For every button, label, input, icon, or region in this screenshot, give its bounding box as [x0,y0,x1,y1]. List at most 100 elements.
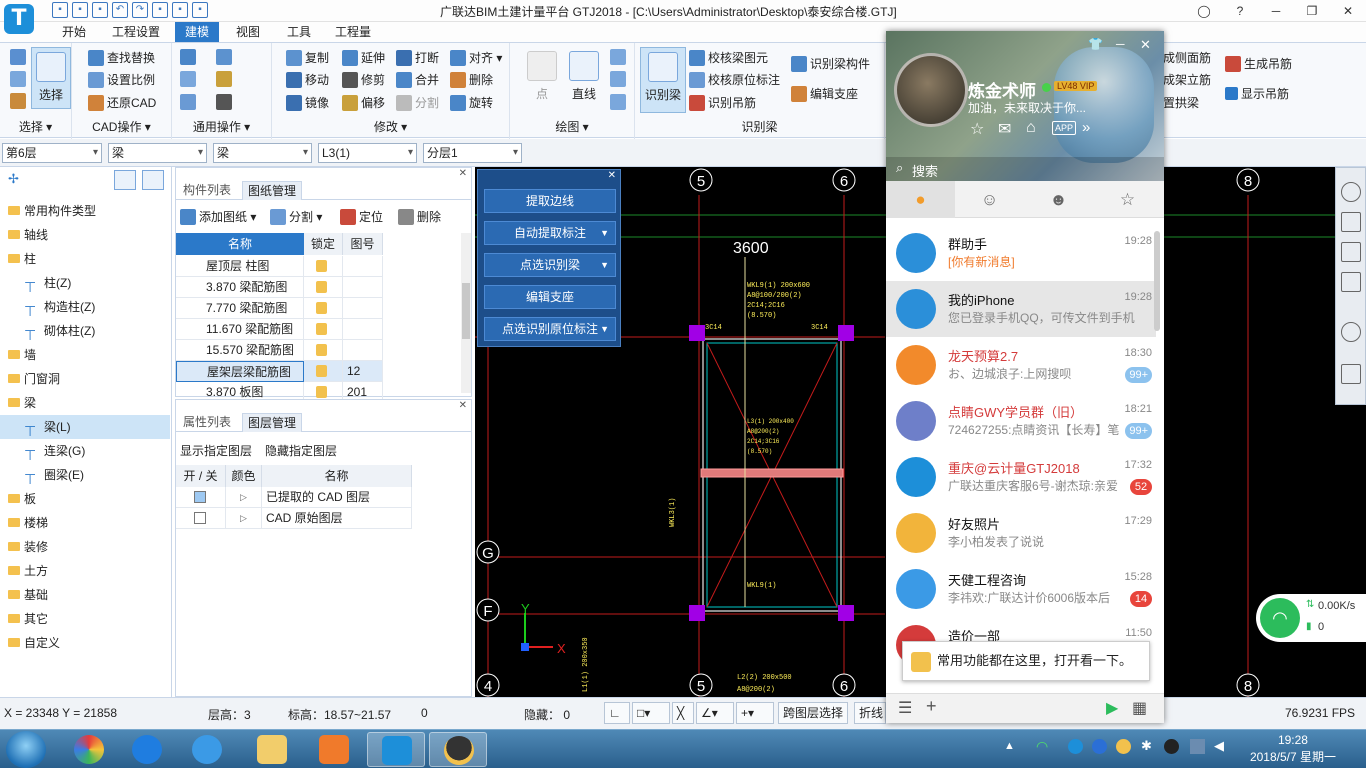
view-3d-icon[interactable] [1341,212,1361,232]
conversation-item[interactable]: 天健工程咨询 李祎欢:广联达计价6006版本后 15:28 14 [886,561,1156,617]
signature[interactable]: 加油，未来取决于你... [968,99,1098,116]
tray-expand-icon[interactable]: ▲ [1004,740,1015,752]
check-mark-button[interactable]: 校核原位标注 [689,71,780,88]
view-cube-icon[interactable] [1341,242,1361,262]
tab-view[interactable]: 视图 [226,22,270,42]
pin-icon[interactable]: ✢ [8,171,19,187]
trim-button[interactable]: 修剪 [342,71,385,88]
erect-rebar-button[interactable]: 成架立筋 [1163,71,1211,88]
drawing-row-lock[interactable] [304,256,343,277]
drawing-row-name[interactable]: 11.670 梁配筋图 [176,319,304,340]
offset-snap-button[interactable]: +▾ [736,702,774,724]
extend-button[interactable]: 延伸 [342,49,385,66]
rotate-view-icon[interactable] [1341,322,1361,342]
calc-icon[interactable]: ▪ [172,2,188,18]
copy-button[interactable]: 复制 [286,49,329,66]
dropdown-arrow-icon[interactable]: ▼ [600,254,609,276]
lock-icon[interactable] [316,365,327,377]
pick-identify-beam-button[interactable]: 点选识别梁 ▼ [484,253,616,277]
identify-hanger-button[interactable]: 识别吊筋 [689,94,756,111]
tree-category[interactable]: 常用构件类型 [0,199,170,223]
auto-extract-label-button[interactable]: 自动提取标注 ▼ [484,221,616,245]
floor-select[interactable]: 第6层 [2,143,102,163]
polyline-button[interactable]: 折线 [854,702,886,724]
more-icon[interactable]: » [1082,119,1090,136]
tree-category[interactable]: 板 [0,487,170,511]
main-menu-icon[interactable]: ☰ [898,698,912,718]
break-button[interactable]: 打断 [396,49,439,66]
drawing-row-number[interactable] [343,256,383,277]
skin-icon[interactable]: 👕 [1088,37,1103,51]
lock-icon[interactable] [316,302,327,314]
layer-expand[interactable]: ▷ [226,508,262,529]
col-onoff[interactable]: 开 / 关 [176,465,226,487]
system-clock[interactable]: 19:28 2018/5/7 星期一 [1250,732,1336,766]
conversation-item[interactable]: 点睛GWY学员群（旧） 724627255:点睛资讯【长寿】笔 18:21 99+ [886,393,1156,449]
drawing-row-lock[interactable] [304,277,343,298]
qq-scrollbar[interactable] [1154,231,1160,331]
taskbar-explorer[interactable] [243,732,301,767]
tab-favorites[interactable]: ☆ [1093,181,1162,218]
tab-quantity[interactable]: 工程量 [325,22,381,42]
lock-icon[interactable] [216,71,232,87]
set-scale-button[interactable]: 设置比例 [88,71,155,88]
undo-icon[interactable]: ↶ [112,2,128,18]
tray-bluetooth-icon[interactable]: ✱ [1141,738,1152,754]
edit-support-button[interactable]: 编辑支座 [791,85,858,102]
view-list-icon[interactable] [1341,364,1361,384]
new-icon[interactable]: ▪ [92,2,108,18]
list-view-icon[interactable] [114,170,136,190]
panel1-scrollbar[interactable] [461,233,471,393]
identify-beam-button[interactable]: 识别梁 [640,47,686,113]
column-node-2[interactable] [838,325,854,341]
taskbar-qq[interactable] [429,732,487,767]
drawing-row-name[interactable]: 15.570 梁配筋图 [176,340,304,361]
cross-layer-select-button[interactable]: 跨图层选择 [778,702,849,724]
layer-icon[interactable] [180,49,196,65]
tree-category[interactable]: 土方 [0,559,170,583]
split-button[interactable]: 分割 [396,94,439,111]
gen-hanger-button[interactable]: 生成吊筋 [1225,55,1292,72]
drawing-row-lock[interactable] [304,340,343,361]
star-icon[interactable]: ☆ [970,119,984,139]
tree-category[interactable]: 其它 [0,607,170,631]
merge-button[interactable]: 合并 [396,71,439,88]
lock-icon[interactable] [316,281,327,293]
play-icon[interactable]: ▶ [1106,698,1118,718]
split-drawing-button[interactable]: 分割 ▾ [270,208,322,225]
tab-messages[interactable]: ● [886,181,955,218]
taskbar-media[interactable] [305,732,363,767]
tray-g-icon[interactable] [1092,739,1107,754]
tray-gtj-icon[interactable] [1068,739,1083,754]
open-icon[interactable]: ▪ [72,2,88,18]
group-label-common[interactable]: 通用操作 ▾ [172,118,271,135]
col-lock[interactable]: 锁定 [304,233,343,255]
filter-icon[interactable] [216,94,232,110]
edit-support-float-button[interactable]: 编辑支座 [484,285,616,309]
drawing-row-number[interactable] [343,340,383,361]
property-icon[interactable] [180,94,196,110]
tree-subitem[interactable]: ⊤ 构造柱(Z) [0,295,170,319]
tree-category[interactable]: 柱 [0,247,170,271]
tab-drawing-manager[interactable]: 图纸管理 [242,181,303,200]
selected-beam[interactable] [700,468,844,478]
scroll-thumb[interactable] [462,283,470,339]
tab-start[interactable]: 开始 [52,22,96,42]
column-node-3[interactable] [689,605,705,621]
batch-select-icon[interactable] [10,71,26,87]
settings-icon[interactable]: ▪ [192,2,208,18]
lock-icon[interactable] [316,260,327,272]
taskbar-pinwheel[interactable] [60,732,118,767]
conversation-item[interactable]: 好友照片 李小柏发表了说说 17:29 [886,505,1156,561]
component-select[interactable]: L3(1) [318,143,417,163]
drawing-row-name[interactable]: 7.770 梁配筋图 [176,298,304,319]
taskbar-ie[interactable] [178,732,236,767]
redo-icon[interactable]: ↷ [132,2,148,18]
save-icon[interactable]: ▪ [52,2,68,18]
copy-floor-icon[interactable] [216,49,232,65]
tree-subitem[interactable]: ⊤ 圈梁(E) [0,463,170,487]
move-button[interactable]: 移动 [286,71,329,88]
show-hanger-checkbox[interactable]: 显示吊筋 [1225,85,1289,102]
identify-beam-component-button[interactable]: 识别梁构件 [791,55,870,72]
tree-subitem[interactable]: ⊤ 砌体柱(Z) [0,319,170,343]
